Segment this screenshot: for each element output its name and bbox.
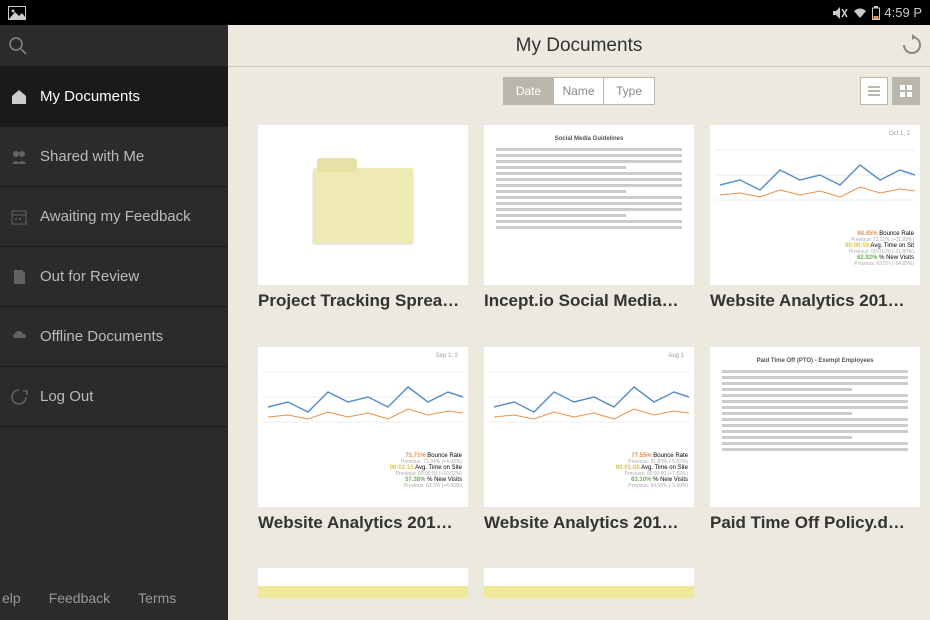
picture-icon: [8, 6, 26, 20]
document-card[interactable]: Oct 1, 2 84.45% Bounce RatePrevious: 71.1…: [710, 125, 920, 333]
document-thumbnail: [258, 125, 468, 285]
nav-label: My Documents: [40, 88, 140, 105]
document-card[interactable]: Aug 1 77.55% Bounce RatePrevious: 81.83% …: [484, 347, 694, 555]
analytics-preview: Sep 1, 2 75.71% Bounce RatePrevious: 71.9…: [258, 347, 468, 507]
document-title: Paid Time Off Policy.d…: [710, 513, 920, 533]
document-thumbnail: [258, 568, 468, 598]
document-thumbnail: Oct 1, 2 84.45% Bounce RatePrevious: 71.1…: [710, 125, 920, 285]
sidebar-item-my-documents[interactable]: My Documents: [0, 67, 228, 127]
nav-icon: [10, 208, 28, 226]
sidebar-item-offline-documents[interactable]: Offline Documents: [0, 307, 228, 367]
document-thumbnail: Paid Time Off (PTO) - Exempt Employees: [710, 347, 920, 507]
grid-view-button[interactable]: [892, 77, 920, 105]
wifi-icon: [852, 6, 868, 20]
stat-line: 00:01:15 Avg. Time on SitePrevious: 00:0…: [390, 465, 462, 477]
footer-terms[interactable]: Terms: [138, 590, 176, 606]
folder-icon: [313, 168, 413, 243]
list-view-button[interactable]: [860, 77, 888, 105]
sort-type-button[interactable]: Type: [604, 78, 654, 104]
footer-help[interactable]: elp: [2, 590, 21, 606]
document-title: Website Analytics 201…: [258, 513, 468, 533]
sidebar-item-awaiting-my-feedback[interactable]: Awaiting my Feedback: [0, 187, 228, 247]
sort-date-button[interactable]: Date: [504, 78, 554, 104]
stat-line: 63.10% % New VisitsPrevious: 64.56% (-3.…: [616, 477, 688, 489]
battery-icon: [872, 6, 880, 20]
sort-group: DateNameType: [503, 77, 655, 105]
document-card[interactable]: Sep 1, 2 75.71% Bounce RatePrevious: 71.9…: [258, 347, 468, 555]
document-title: Website Analytics 201…: [484, 513, 694, 533]
stat-line: 84.45% Bounce RatePrevious: 71.11% (+11.…: [845, 231, 914, 243]
mute-icon: [832, 6, 848, 20]
page-title: My Documents: [516, 35, 643, 57]
toolbar: DateNameType: [228, 67, 930, 115]
nav-label: Out for Review: [40, 268, 139, 285]
document-title: Project Tracking Sprea…: [258, 291, 468, 311]
document-thumbnail: Sep 1, 2 75.71% Bounce RatePrevious: 71.9…: [258, 347, 468, 507]
analytics-preview: Aug 1 77.55% Bounce RatePrevious: 81.83% …: [484, 347, 694, 507]
nav-icon: [10, 268, 28, 286]
nav-label: Log Out: [40, 388, 93, 405]
text-preview: Social Media Guidelines: [484, 125, 694, 285]
nav-icon: [10, 388, 28, 406]
sidebar-item-out-for-review[interactable]: Out for Review: [0, 247, 228, 307]
sidebar: My Documents Shared with Me Awaiting my Fe…: [0, 25, 228, 620]
nav-icon: [10, 148, 28, 166]
sidebar-item-shared-with-me[interactable]: Shared with Me: [0, 127, 228, 187]
document-thumbnail: Social Media Guidelines: [484, 125, 694, 285]
footer-feedback[interactable]: Feedback: [49, 590, 110, 606]
sort-name-button[interactable]: Name: [554, 78, 604, 104]
document-grid: Project Tracking Sprea… Social Media Guid…: [228, 115, 930, 620]
stat-line: 57.38% % New VisitsPrevious: 63.5% (+4.6…: [390, 477, 462, 489]
text-preview: Paid Time Off (PTO) - Exempt Employees: [710, 347, 920, 507]
document-card[interactable]: [258, 568, 468, 620]
stat-line: 00:01:00 Avg. Time on SitePrevious: 00:0…: [616, 465, 688, 477]
document-thumbnail: [484, 568, 694, 598]
chart-daterange: Aug 1: [668, 353, 684, 359]
nav-icon: [10, 88, 28, 106]
document-card[interactable]: Paid Time Off (PTO) - Exempt Employees Pa…: [710, 347, 920, 555]
status-bar: 4:59 P: [0, 0, 930, 25]
stat-line: 75.71% Bounce RatePrevious: 71.94% (+4.0…: [390, 453, 462, 465]
stat-line: 00:00:59 Avg. Time on SitPrevious: 00:01…: [845, 243, 914, 255]
view-group: [860, 77, 920, 105]
document-card[interactable]: Project Tracking Sprea…: [258, 125, 468, 333]
refresh-icon[interactable]: [900, 33, 926, 59]
document-thumbnail: Aug 1 77.55% Bounce RatePrevious: 81.83% …: [484, 347, 694, 507]
main-content: My Documents DateNameType Project Tracki…: [228, 25, 930, 620]
chart-daterange: Sep 1, 2: [436, 353, 459, 359]
sidebar-footer: elp Feedback Terms: [0, 576, 228, 620]
status-time: 4:59 P: [884, 5, 922, 20]
nav-label: Shared with Me: [40, 148, 144, 165]
document-title: Website Analytics 201…: [710, 291, 920, 311]
nav-label: Offline Documents: [40, 328, 163, 345]
document-card[interactable]: Social Media Guidelines Incept.io Social …: [484, 125, 694, 333]
nav-icon: [10, 328, 28, 346]
main-header: My Documents: [228, 25, 930, 67]
nav-label: Awaiting my Feedback: [40, 208, 191, 225]
search-icon[interactable]: [8, 36, 28, 56]
document-card[interactable]: [484, 568, 694, 620]
sidebar-item-log-out[interactable]: Log Out: [0, 367, 228, 427]
document-title: Incept.io Social Media…: [484, 291, 694, 311]
stat-line: 77.55% Bounce RatePrevious: 81.83% (-5.8…: [616, 453, 688, 465]
analytics-preview: Oct 1, 2 84.45% Bounce RatePrevious: 71.1…: [710, 125, 920, 285]
stat-line: 62.92% % New VisitsPrevious: 63.5% (-14.…: [845, 255, 914, 267]
chart-daterange: Oct 1, 2: [889, 131, 911, 137]
